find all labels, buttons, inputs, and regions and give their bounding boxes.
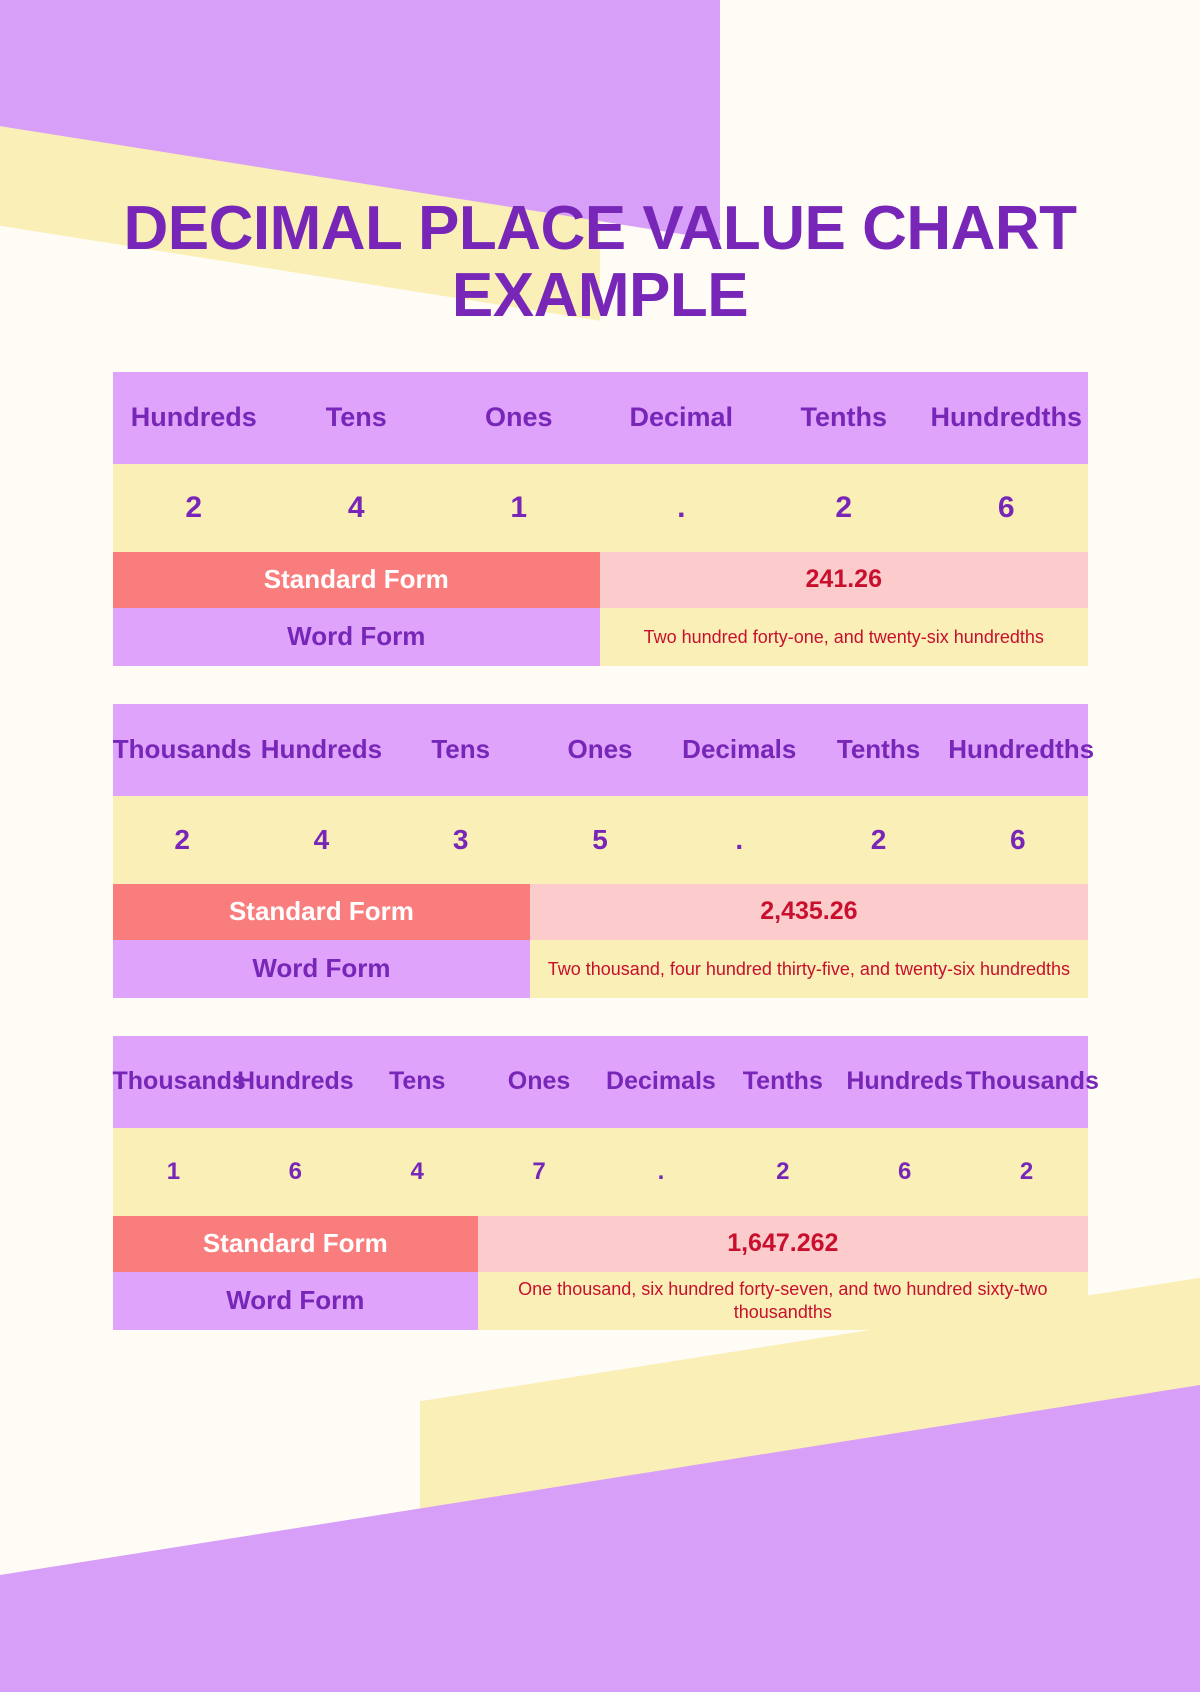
table-3-header-cell: Thousands xyxy=(112,1035,246,1128)
table-3-header-cell: Thousands xyxy=(965,1035,1099,1128)
standard-form-label: Standard Form xyxy=(112,1215,479,1272)
table-2-digit-cell: 4 xyxy=(251,795,392,884)
table-3-standard-form-row: Standard Form 1,647.262 xyxy=(112,1215,1088,1272)
place-value-table-1: Hundreds Tens Ones Decimal Tenths Hundre… xyxy=(112,371,1088,666)
word-form-label: Word Form xyxy=(112,607,600,666)
table-2-header-cell: Hundredths xyxy=(948,703,1094,796)
table-2-digit-cell: 3 xyxy=(391,795,531,884)
table-2-digit-cell: 6 xyxy=(948,795,1088,884)
table-2-header-cell: Tenths xyxy=(808,703,949,796)
word-form-value: One thousand, six hundred forty-seven, a… xyxy=(478,1271,1088,1330)
table-3-digit-cell: 7 xyxy=(478,1127,600,1216)
table-1-header-cell: Decimal xyxy=(600,371,763,464)
table-1-standard-form-row: Standard Form 241.26 xyxy=(112,551,1088,608)
word-form-value: Two thousand, four hundred thirty-five, … xyxy=(530,939,1088,998)
standard-form-value: 241.26 xyxy=(600,551,1088,608)
table-1-word-form-row: Word Form Two hundred forty-one, and twe… xyxy=(112,607,1088,666)
table-3-header-cell: Tenths xyxy=(721,1035,844,1128)
standard-form-value: 2,435.26 xyxy=(530,883,1088,940)
table-3-header-cell: Tens xyxy=(356,1035,479,1128)
table-2-digit-cell: 2 xyxy=(112,795,252,884)
table-spacer xyxy=(70,1020,1130,1036)
table-3-header-cell: Decimals xyxy=(600,1035,722,1128)
standard-form-value: 1,647.262 xyxy=(478,1215,1088,1272)
table-3-digit-cell: 1 xyxy=(112,1127,235,1216)
table-2-header-cell: Ones xyxy=(530,703,670,796)
table-1-digit-cell: 2 xyxy=(112,463,275,552)
table-1-digit-cell: 4 xyxy=(275,463,438,552)
place-value-table-2: Thousands Hundreds Tens Ones Decimals Te… xyxy=(112,703,1094,998)
standard-form-label: Standard Form xyxy=(112,551,600,608)
table-3-digit-cell: 6 xyxy=(843,1127,966,1216)
table-3-header-cell: Hundreds xyxy=(234,1035,357,1128)
table-1-digit-cell: 2 xyxy=(762,463,925,552)
place-value-table-3: Thousands Hundreds Tens Ones Decimals Te… xyxy=(112,1035,1099,1330)
table-3-digit-cell: 2 xyxy=(721,1127,844,1216)
table-2-digit-row: 2 4 3 5 . 2 6 xyxy=(112,795,1088,884)
table-2-decimal-point-cell: . xyxy=(669,795,809,884)
table-2-digit-cell: 2 xyxy=(808,795,949,884)
table-2-header-cell: Hundreds xyxy=(251,703,392,796)
table-2-digit-cell: 5 xyxy=(530,795,670,884)
table-1-header-cell: Hundreds xyxy=(112,371,275,464)
table-3-header-row: Thousands Hundreds Tens Ones Decimals Te… xyxy=(112,1035,1099,1128)
table-1-header-row: Hundreds Tens Ones Decimal Tenths Hundre… xyxy=(112,371,1088,464)
page-content: DECIMAL PLACE VALUE CHART EXAMPLE Hundre… xyxy=(0,0,1200,1330)
table-3-word-form-row: Word Form One thousand, six hundred fort… xyxy=(112,1271,1088,1330)
word-form-label: Word Form xyxy=(112,1271,479,1330)
table-2-header-cell: Tens xyxy=(391,703,531,796)
table-2-header-row: Thousands Hundreds Tens Ones Decimals Te… xyxy=(112,703,1094,796)
table-1-header-cell: Ones xyxy=(437,371,600,464)
table-1-digit-row: 2 4 1 . 2 6 xyxy=(112,463,1088,552)
page-title: DECIMAL PLACE VALUE CHART EXAMPLE xyxy=(123,194,1077,330)
table-1-digit-cell: 6 xyxy=(925,463,1088,552)
table-1-header-cell: Tens xyxy=(275,371,438,464)
word-form-label: Word Form xyxy=(112,939,531,998)
table-1-header-cell: Hundredths xyxy=(925,371,1088,464)
table-2-word-form-row: Word Form Two thousand, four hundred thi… xyxy=(112,939,1088,998)
table-2-standard-form-row: Standard Form 2,435.26 xyxy=(112,883,1088,940)
place-value-tables: Hundreds Tens Ones Decimal Tenths Hundre… xyxy=(70,371,1130,1330)
table-1-decimal-point-cell: . xyxy=(600,463,763,552)
table-spacer xyxy=(70,688,1130,704)
table-3-digit-cell: 2 xyxy=(965,1127,1088,1216)
word-form-value: Two hundred forty-one, and twenty-six hu… xyxy=(600,607,1088,666)
table-2-header-cell: Decimals xyxy=(669,703,809,796)
table-1-digit-cell: 1 xyxy=(437,463,600,552)
table-3-header-cell: Hundreds xyxy=(843,1035,966,1128)
table-3-header-cell: Ones xyxy=(478,1035,600,1128)
table-3-decimal-point-cell: . xyxy=(600,1127,722,1216)
table-3-digit-row: 1 6 4 7 . 2 6 2 xyxy=(112,1127,1088,1216)
table-3-digit-cell: 4 xyxy=(356,1127,479,1216)
standard-form-label: Standard Form xyxy=(112,883,531,940)
table-1-header-cell: Tenths xyxy=(762,371,925,464)
table-3-digit-cell: 6 xyxy=(234,1127,357,1216)
table-2-header-cell: Thousands xyxy=(112,703,252,796)
